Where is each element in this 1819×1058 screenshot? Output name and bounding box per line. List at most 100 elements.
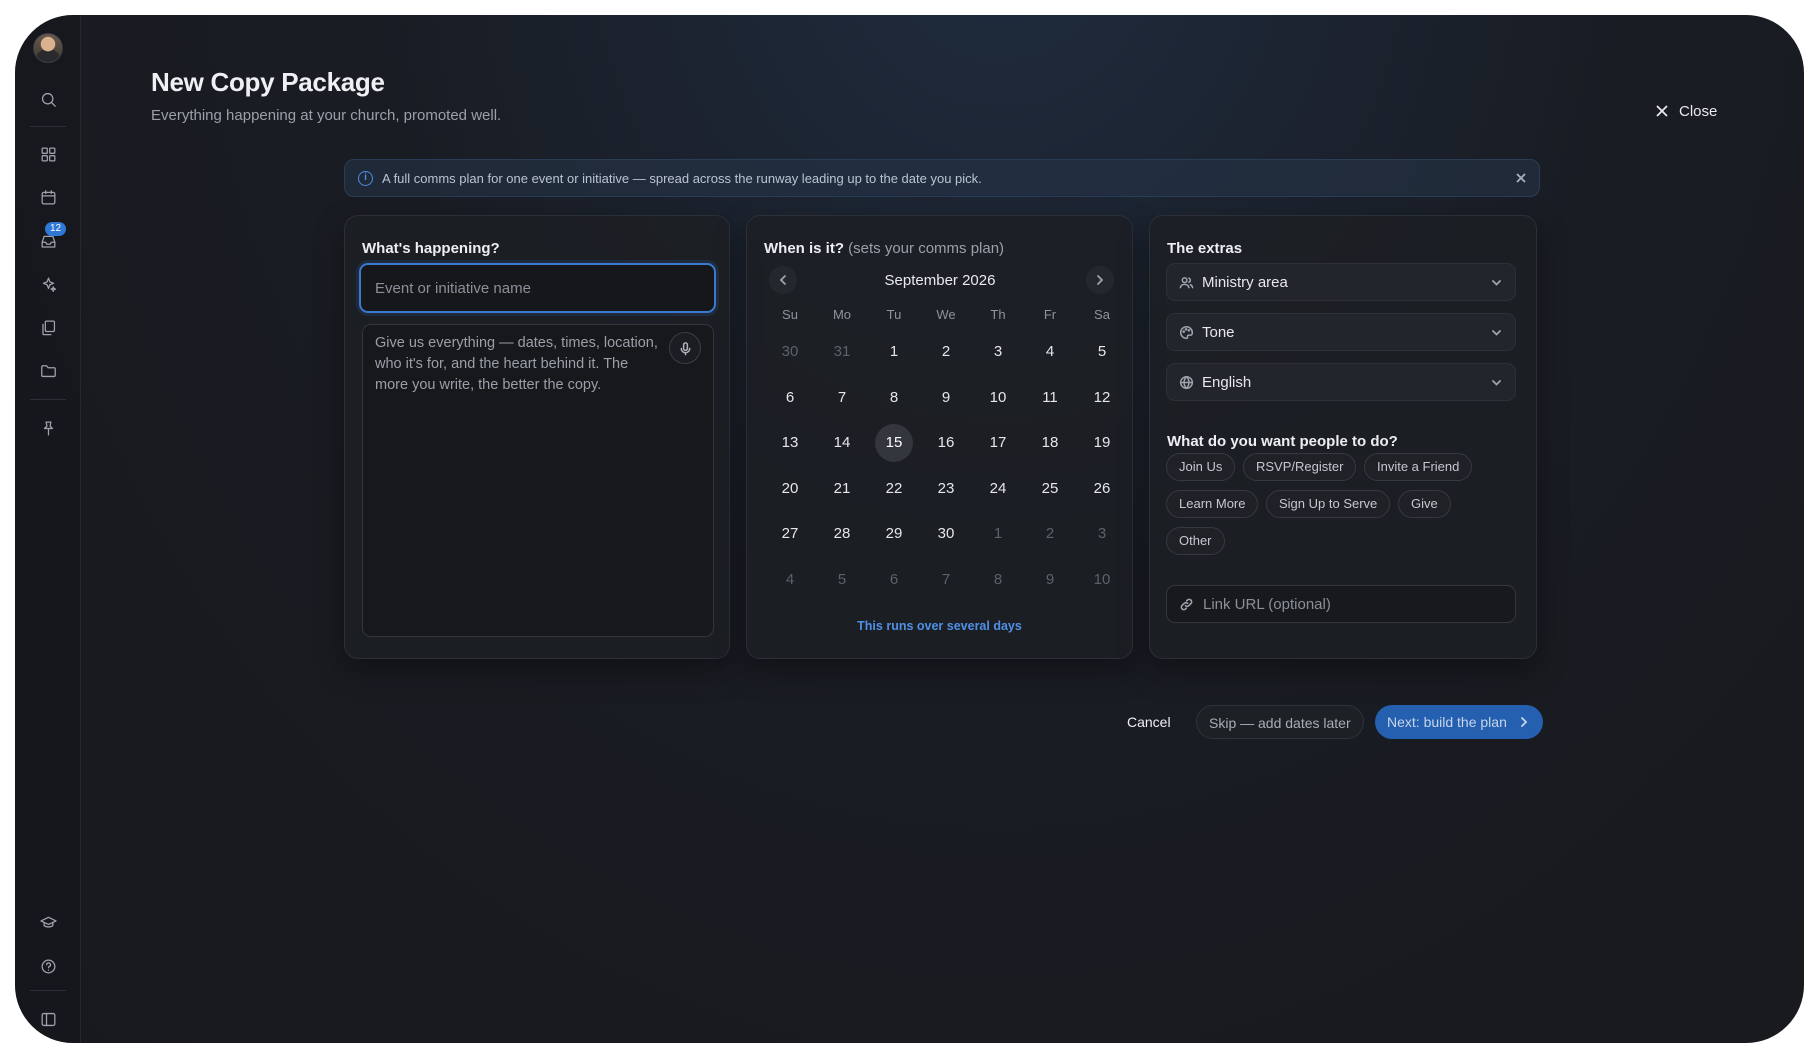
sidebar: 12 [15,15,81,1043]
dismiss-banner-button[interactable] [1514,171,1528,185]
info-banner: i A full comms plan for one event or ini… [344,159,1540,197]
calendar-day[interactable]: 2 [927,333,965,371]
chevron-down-icon [1492,280,1501,286]
pin-icon[interactable] [34,414,62,442]
calendar-day[interactable]: 6 [875,561,913,599]
avatar[interactable] [33,33,63,63]
page-subtitle: Everything happening at your church, pro… [151,107,502,124]
calendar-day[interactable]: 28 [823,515,861,553]
calendar-day[interactable]: 1 [979,515,1017,553]
happening-card: What's happening? [344,215,730,659]
calendar-day[interactable]: 10 [1083,561,1121,599]
ministry-area-label: Ministry area [1202,273,1288,291]
calendar-day[interactable]: 8 [875,379,913,417]
next-button[interactable]: Next: build the plan [1375,705,1543,739]
calendar-day[interactable]: 30 [771,333,809,371]
calendar-day[interactable]: 18 [1031,424,1069,462]
cta-chip[interactable]: Other [1166,527,1225,555]
calendar-day[interactable]: 20 [771,470,809,508]
skip-dates-button[interactable]: Skip — add dates later [1196,705,1364,739]
calendar-day[interactable]: 14 [823,424,861,462]
calendar-day[interactable]: 5 [1083,333,1121,371]
calendar-day[interactable]: 8 [979,561,1017,599]
sidebar-toggle-icon[interactable] [34,1005,62,1033]
tone-label: Tone [1202,323,1235,341]
next-month-button[interactable] [1086,266,1114,294]
calendar-day[interactable]: 2 [1031,515,1069,553]
dictate-button[interactable] [669,332,701,364]
help-icon[interactable] [34,952,62,980]
link-url-input[interactable] [1203,595,1503,613]
search-icon[interactable] [34,85,62,113]
sparkles-icon[interactable] [34,270,62,298]
close-label: Close [1679,102,1718,120]
calendar-day[interactable]: 6 [771,379,809,417]
folder-icon[interactable] [34,356,62,384]
calendar-day[interactable]: 26 [1083,470,1121,508]
event-name-input[interactable] [359,263,716,313]
tone-select[interactable]: Tone [1166,313,1516,351]
dashboard-icon[interactable] [34,140,62,168]
close-button[interactable]: Close [1655,99,1717,123]
calendar-day[interactable]: 3 [979,333,1017,371]
date-heading: When is it? (sets your comms plan) [764,240,1004,257]
calendar-day[interactable]: 31 [823,333,861,371]
calendar-day[interactable]: 9 [1031,561,1069,599]
copy-icon[interactable] [34,313,62,341]
cta-chip[interactable]: Invite a Friend [1364,453,1473,481]
next-button-label: Next: build the plan [1387,714,1507,730]
chevron-right-icon [1097,275,1104,285]
calendar-day[interactable]: 10 [979,379,1017,417]
cancel-button[interactable]: Cancel [1127,705,1171,739]
calendar-day[interactable]: 23 [927,470,965,508]
calendar-day[interactable]: 12 [1083,379,1121,417]
calendar-day[interactable]: 11 [1031,379,1069,417]
multiday-link[interactable]: This runs over several days [747,619,1132,633]
date-heading-note: (sets your comms plan) [848,240,1005,257]
graduation-cap-icon[interactable] [34,908,62,936]
calendar-day[interactable]: 3 [1083,515,1121,553]
weekday-label: Sa [1094,307,1110,322]
calendar-day[interactable]: 1 [875,333,913,371]
cta-chip[interactable]: Sign Up to Serve [1266,490,1391,518]
cta-chip[interactable]: RSVP/Register [1243,453,1357,481]
close-icon [1516,173,1526,183]
event-description-input[interactable] [362,324,714,637]
link-icon [1180,598,1193,610]
calendar-day[interactable]: 5 [823,561,861,599]
weekday-label: Su [782,307,798,322]
calendar-day[interactable]: 25 [1031,470,1069,508]
cta-chip[interactable]: Learn More [1166,490,1259,518]
calendar-day[interactable]: 13 [771,424,809,462]
calendar-day[interactable]: 17 [979,424,1017,462]
sidebar-divider [30,126,66,127]
calendar-day[interactable]: 9 [927,379,965,417]
app-window: 12 New Copy Package Everything happening… [15,15,1804,1043]
calendar-day[interactable]: 7 [927,561,965,599]
link-url-field [1166,585,1516,623]
date-card: When is it? (sets your comms plan) Septe… [746,215,1133,659]
extras-heading: The extras [1167,240,1243,257]
weekday-label: Tu [886,307,902,322]
chevron-down-icon [1492,330,1501,336]
calendar-day[interactable]: 21 [823,470,861,508]
language-label: English [1202,373,1252,391]
calendar-day[interactable]: 30 [927,515,965,553]
calendar-day-selected[interactable]: 15 [875,424,913,462]
calendar-day[interactable]: 22 [875,470,913,508]
calendar-day[interactable]: 27 [771,515,809,553]
calendar-day[interactable]: 4 [771,561,809,599]
ministry-area-select[interactable]: Ministry area [1166,263,1516,301]
language-select[interactable]: English [1166,363,1516,401]
calendar-day[interactable]: 24 [979,470,1017,508]
cta-chip[interactable]: Join Us [1166,453,1236,481]
users-icon [1179,276,1194,288]
calendar-day[interactable]: 29 [875,515,913,553]
calendar-day[interactable]: 19 [1083,424,1121,462]
calendar-icon[interactable] [34,183,62,211]
calendar-day[interactable]: 7 [823,379,861,417]
cta-chip[interactable]: Give [1398,490,1451,518]
calendar-day[interactable]: 4 [1031,333,1069,371]
page-title: New Copy Package [151,67,385,97]
calendar-day[interactable]: 16 [927,424,965,462]
